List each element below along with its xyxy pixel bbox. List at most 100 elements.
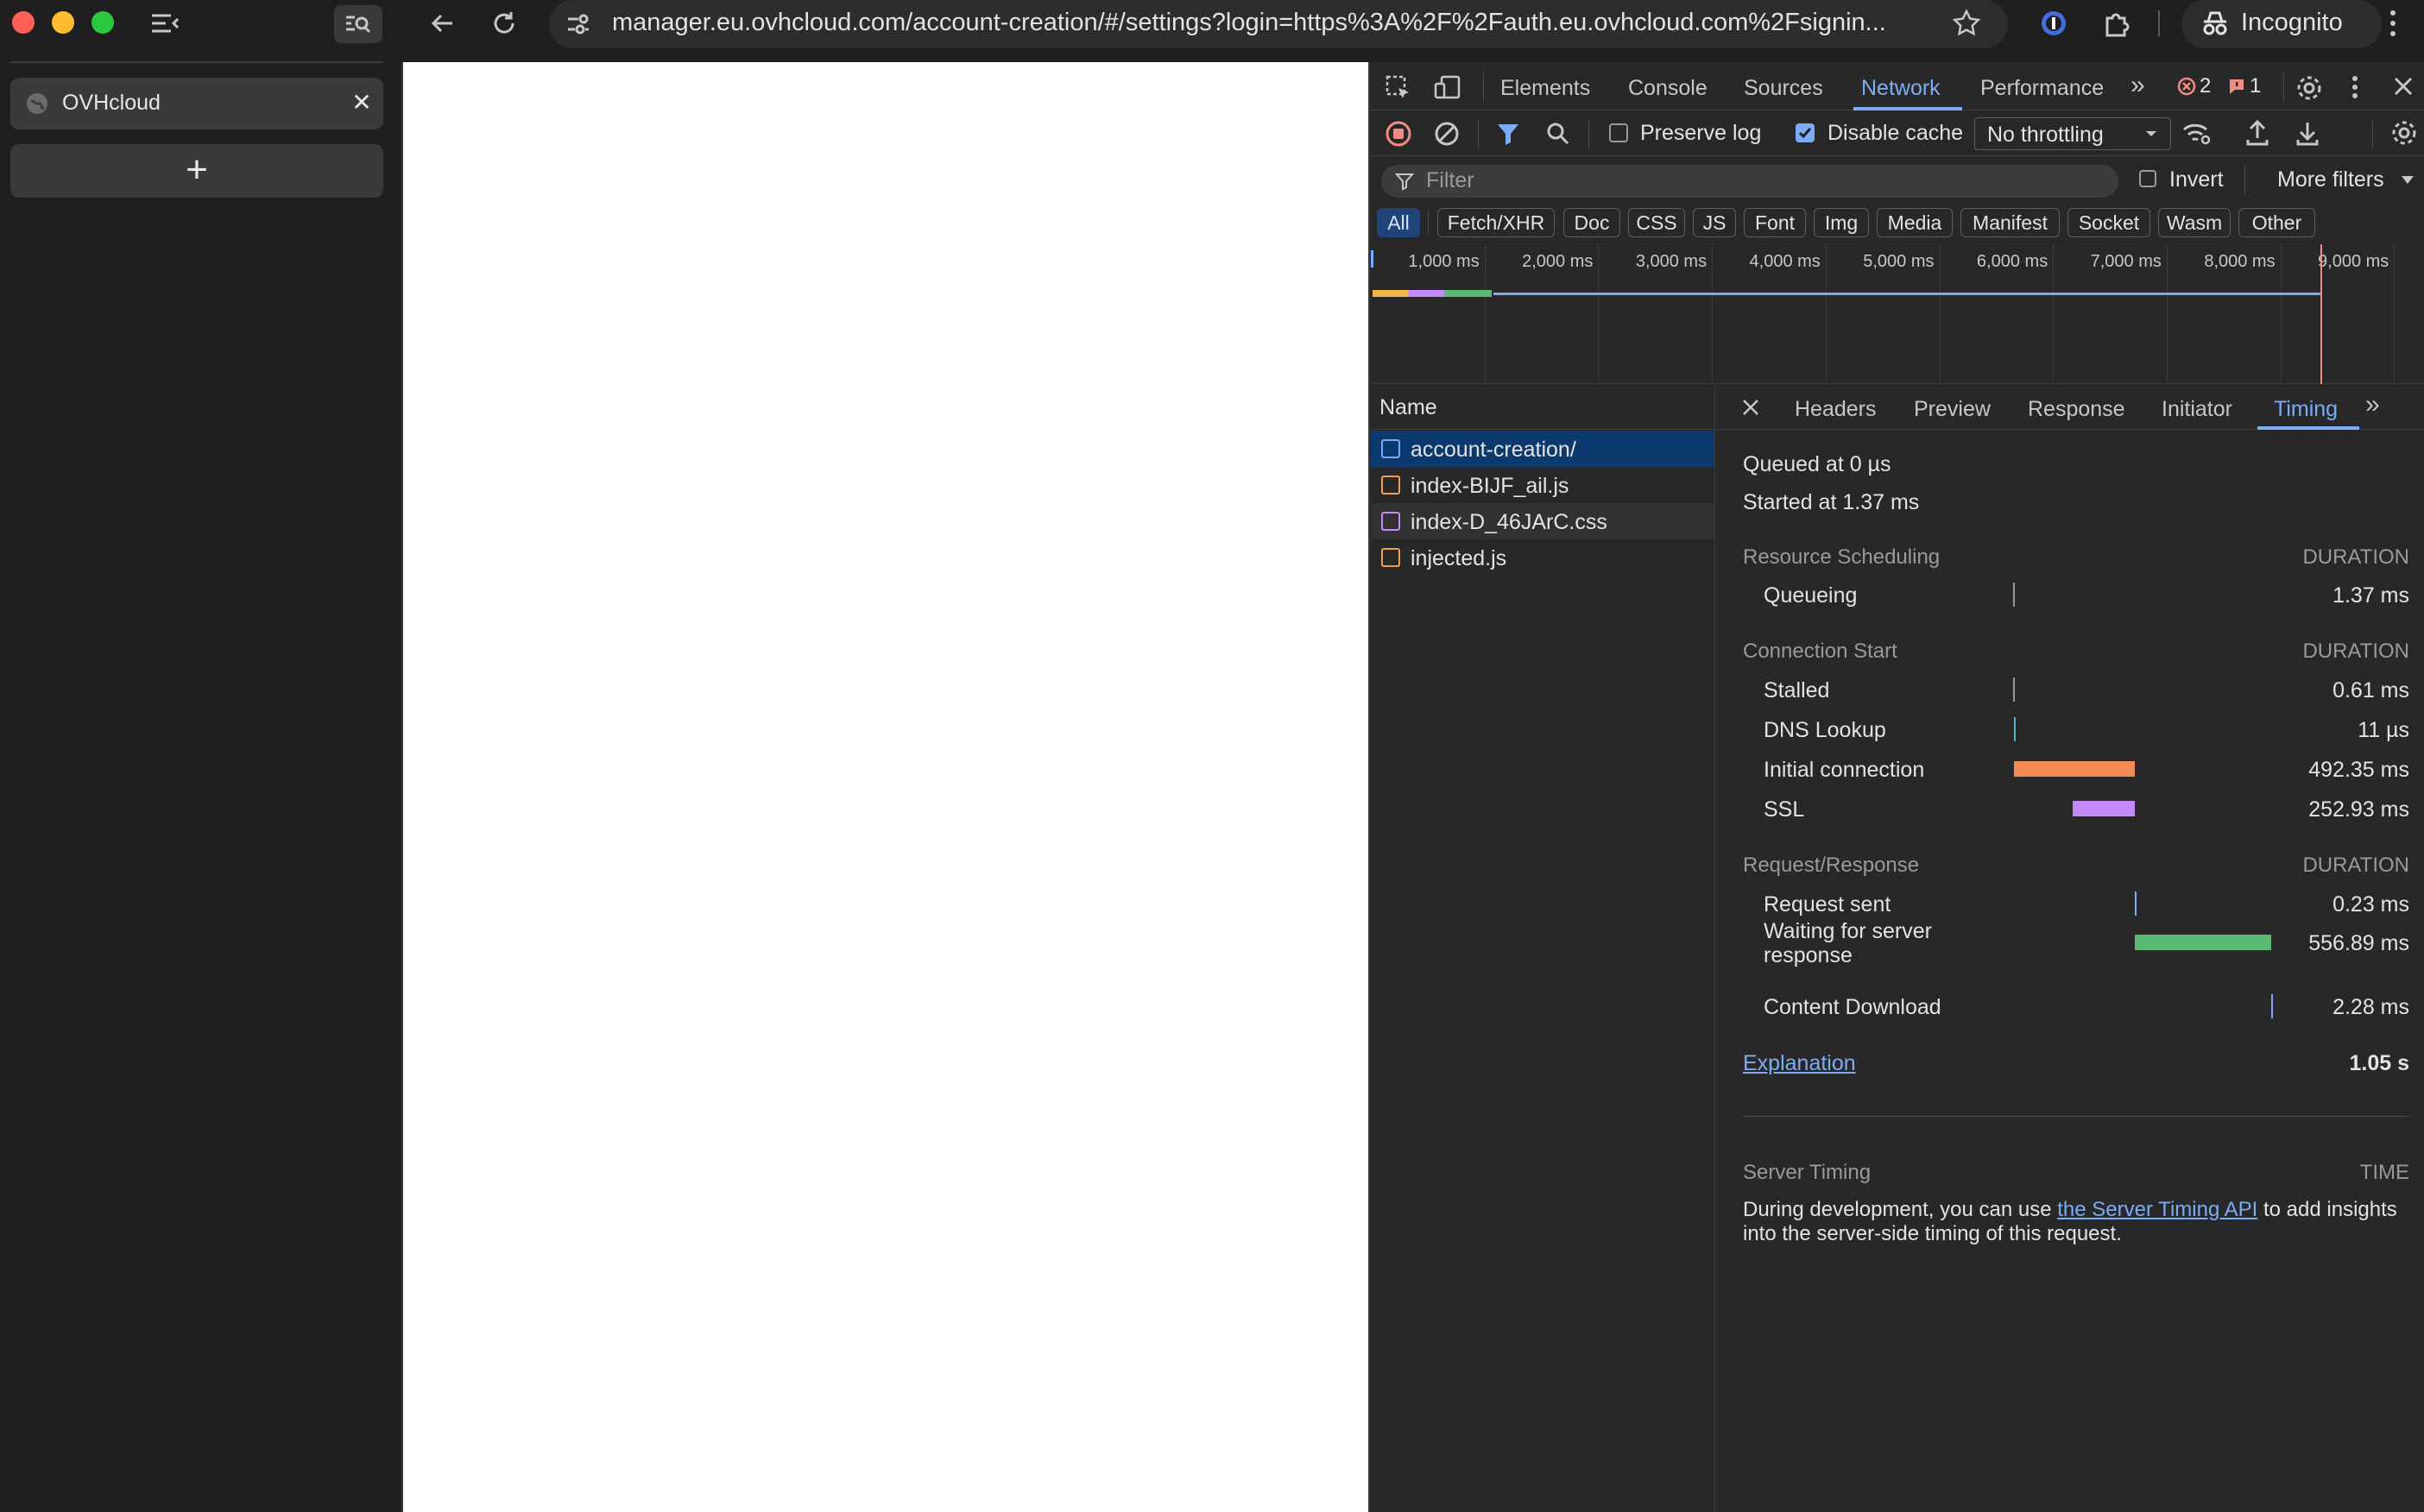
chip-js[interactable]: JS: [1693, 208, 1736, 237]
tab-console[interactable]: Console: [1628, 76, 1708, 101]
duration-header: DURATION: [2302, 545, 2409, 569]
toolbar-divider: [2158, 10, 2160, 36]
url-text[interactable]: manager.eu.ovhcloud.com/account-creation…: [612, 9, 1928, 37]
overview-tick-label: 2,000 ms: [1522, 252, 1594, 271]
collapse-sidebar-icon[interactable]: [150, 10, 180, 36]
timing-row-value: 0.61 ms: [2332, 678, 2409, 702]
tab-search-button[interactable]: [334, 5, 382, 43]
network-conditions-icon[interactable]: [2181, 121, 2211, 147]
chip-css[interactable]: CSS: [1628, 208, 1685, 237]
chip-all[interactable]: All: [1377, 208, 1420, 237]
error-count[interactable]: 2: [2200, 74, 2211, 98]
export-har-icon[interactable]: [2295, 119, 2320, 147]
tab-elements[interactable]: Elements: [1500, 76, 1590, 101]
timing-bar: [2134, 935, 2272, 950]
tab-sources[interactable]: Sources: [1744, 76, 1823, 101]
overview-start-marker: [1371, 250, 1373, 268]
chip-fetch-xhr[interactable]: Fetch/XHR: [1437, 208, 1555, 237]
more-detail-tabs-icon[interactable]: »: [2365, 390, 2380, 419]
filter-input[interactable]: [1381, 165, 2118, 198]
overview-grid-line: [2053, 244, 2055, 384]
tab-ovhcloud[interactable]: OVHcloud ✕: [10, 78, 383, 129]
overview-timeline-line: [1493, 293, 2320, 295]
tab-preview[interactable]: Preview: [1914, 397, 1991, 422]
name-column-header[interactable]: Name: [1371, 385, 1714, 430]
overview-grid-line: [2280, 244, 2282, 384]
timing-section-title: Resource Scheduling: [1743, 545, 1941, 569]
import-har-icon[interactable]: [2244, 119, 2270, 147]
timing-row-value: 0.23 ms: [2332, 892, 2409, 917]
disable-cache-checkbox[interactable]: [1796, 123, 1815, 142]
chip-other[interactable]: Other: [2238, 208, 2315, 237]
request-row[interactable]: index-D_46JArC.css: [1371, 503, 1714, 539]
more-filters-chevron-icon: [2400, 173, 2415, 187]
password-manager-icon[interactable]: [2039, 9, 2068, 38]
overview-tick-label: 7,000 ms: [2090, 252, 2162, 271]
tab-initiator[interactable]: Initiator: [2162, 397, 2232, 422]
timing-row-label: Waiting for server response: [1764, 919, 1932, 967]
overview-tick-label: 1,000 ms: [1408, 252, 1480, 271]
site-info-icon[interactable]: [565, 10, 592, 38]
request-row[interactable]: account-creation/: [1371, 431, 1714, 467]
timing-row-value: 492.35 ms: [2308, 758, 2409, 782]
search-icon[interactable]: [1545, 121, 1571, 147]
timing-row-value: 2.28 ms: [2332, 995, 2409, 1019]
bookmark-star-icon[interactable]: [1952, 9, 1981, 38]
close-window-button[interactable]: [12, 11, 35, 34]
maximize-window-button[interactable]: [92, 11, 114, 34]
browser-menu-icon[interactable]: [2386, 7, 2400, 40]
server-timing-api-link[interactable]: the Server Timing API: [2057, 1198, 2257, 1221]
explanation-link[interactable]: Explanation: [1743, 1051, 1856, 1076]
queued-at: Queued at 0 µs: [1743, 452, 1891, 476]
more-filters-button[interactable]: More filters: [2277, 167, 2384, 192]
chip-doc[interactable]: Doc: [1563, 208, 1620, 237]
page-content[interactable]: [403, 62, 1368, 1512]
tab-timing[interactable]: Timing: [2274, 397, 2338, 422]
devtools-menu-icon[interactable]: [2350, 72, 2360, 102]
close-detail-icon[interactable]: [1740, 397, 1761, 418]
invert-checkbox[interactable]: [2139, 170, 2156, 187]
filter-icon[interactable]: [1495, 121, 1521, 147]
chip-img[interactable]: Img: [1814, 208, 1869, 237]
chip-media[interactable]: Media: [1877, 208, 1953, 237]
timing-divider: [1743, 1116, 2409, 1117]
timing-bar: [2013, 677, 2016, 702]
error-icon[interactable]: [2177, 77, 2196, 96]
inspect-element-icon[interactable]: [1385, 74, 1412, 102]
close-devtools-icon[interactable]: [2391, 74, 2415, 98]
chip-manifest[interactable]: Manifest: [1960, 208, 2060, 237]
device-toolbar-icon[interactable]: [1433, 74, 1462, 102]
overview-grid-line: [1939, 244, 1941, 384]
issues-icon[interactable]: [2227, 77, 2246, 96]
tab-network[interactable]: Network: [1861, 76, 1941, 101]
chip-socket[interactable]: Socket: [2067, 208, 2150, 237]
timing-row-value: 252.93 ms: [2308, 797, 2409, 822]
tab-close-icon[interactable]: ✕: [349, 90, 375, 116]
back-icon[interactable]: [428, 9, 458, 38]
extensions-icon[interactable]: [2102, 8, 2133, 39]
request-name: injected.js: [1411, 546, 1507, 570]
minimize-window-button[interactable]: [52, 11, 74, 34]
reload-icon[interactable]: [489, 9, 519, 38]
more-tabs-icon[interactable]: »: [2130, 71, 2145, 100]
issues-count[interactable]: 1: [2250, 74, 2261, 98]
network-settings-icon[interactable]: [2389, 118, 2419, 148]
request-row[interactable]: index-BIJF_ail.js: [1371, 467, 1714, 503]
overview-tick-label: 4,000 ms: [1749, 252, 1821, 271]
server-timing-text-before: During development, you can use: [1743, 1198, 2058, 1221]
settings-gear-icon[interactable]: [2295, 73, 2324, 103]
chip-wasm[interactable]: Wasm: [2158, 208, 2231, 237]
throttling-select[interactable]: No throttling: [1974, 117, 2171, 150]
tab-headers[interactable]: Headers: [1795, 397, 1877, 422]
record-stop-icon[interactable]: [1385, 120, 1412, 148]
invert-label: Invert: [2169, 167, 2224, 192]
tab-response[interactable]: Response: [2028, 397, 2125, 422]
tab-performance[interactable]: Performance: [1980, 76, 2104, 101]
new-tab-button[interactable]: +: [10, 144, 383, 198]
chip-font[interactable]: Font: [1744, 208, 1806, 237]
preserve-log-checkbox[interactable]: [1609, 123, 1628, 142]
toolbar-divider-a: [1478, 119, 1479, 148]
request-row[interactable]: injected.js: [1371, 539, 1714, 576]
column-separator[interactable]: [1714, 385, 1715, 1512]
clear-icon[interactable]: [1433, 120, 1461, 148]
